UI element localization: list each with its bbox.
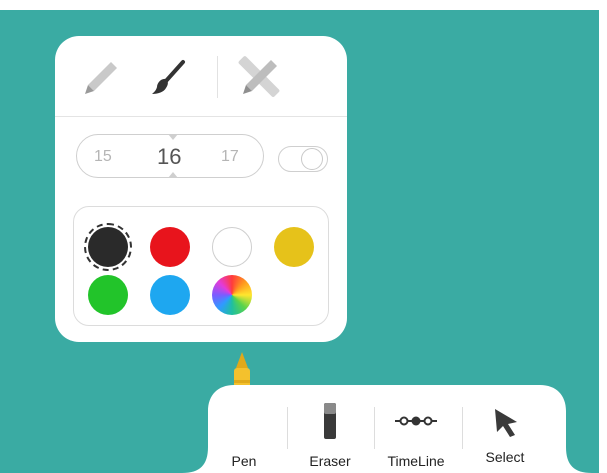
timeline-icon xyxy=(395,416,437,426)
cursor-icon xyxy=(495,409,517,437)
size-next-value[interactable]: 17 xyxy=(221,135,239,179)
ruler-pencil-icon xyxy=(238,56,280,97)
popup-divider xyxy=(55,116,347,117)
bottom-toolbar: Pen Eraser TimeLine Select xyxy=(0,385,607,473)
size-marker-bottom xyxy=(168,172,178,178)
eraser-icon xyxy=(324,403,336,439)
color-wheel-icon[interactable] xyxy=(212,275,252,315)
toolbar-divider xyxy=(287,407,288,449)
toolbar-select-button[interactable]: Select xyxy=(472,385,538,473)
brush-icon xyxy=(152,60,185,94)
color-swatch-white[interactable] xyxy=(212,227,252,267)
pen-type-row xyxy=(55,36,347,116)
brush-tool-button[interactable] xyxy=(139,48,199,108)
toolbar-timeline-button[interactable]: TimeLine xyxy=(378,385,454,473)
pen-option-toggle[interactable] xyxy=(278,146,328,172)
pen-settings-popup: 15 16 17 xyxy=(55,36,347,342)
color-swatch-blue[interactable] xyxy=(150,275,190,315)
pen-size-selector[interactable]: 15 16 17 xyxy=(76,134,264,178)
toolbar-divider xyxy=(462,407,463,449)
color-swatch-red[interactable] xyxy=(150,227,190,267)
toolbar-pen-button[interactable]: Pen xyxy=(214,385,274,473)
toolbar-divider xyxy=(374,407,375,449)
top-edge-strip xyxy=(0,0,607,10)
color-swatch-yellow[interactable] xyxy=(274,227,314,267)
toolbar-eraser-label: Eraser xyxy=(309,453,351,469)
toggle-knob xyxy=(301,148,323,170)
toolbar-pen-label: Pen xyxy=(231,453,257,469)
toolbar-timeline-label: TimeLine xyxy=(387,453,445,469)
toolbar-eraser-button[interactable]: Eraser xyxy=(298,385,362,473)
toolbar-select-label: Select xyxy=(485,449,525,465)
color-swatch-green[interactable] xyxy=(88,275,128,315)
color-palette xyxy=(73,206,329,326)
ruler-pen-tool-button[interactable] xyxy=(229,48,289,108)
size-prev-value[interactable]: 15 xyxy=(94,135,112,179)
color-swatch-black[interactable] xyxy=(84,223,132,271)
pencil-icon xyxy=(85,62,117,94)
tool-row-divider xyxy=(217,56,218,98)
pencil-tool-button[interactable] xyxy=(71,48,131,108)
